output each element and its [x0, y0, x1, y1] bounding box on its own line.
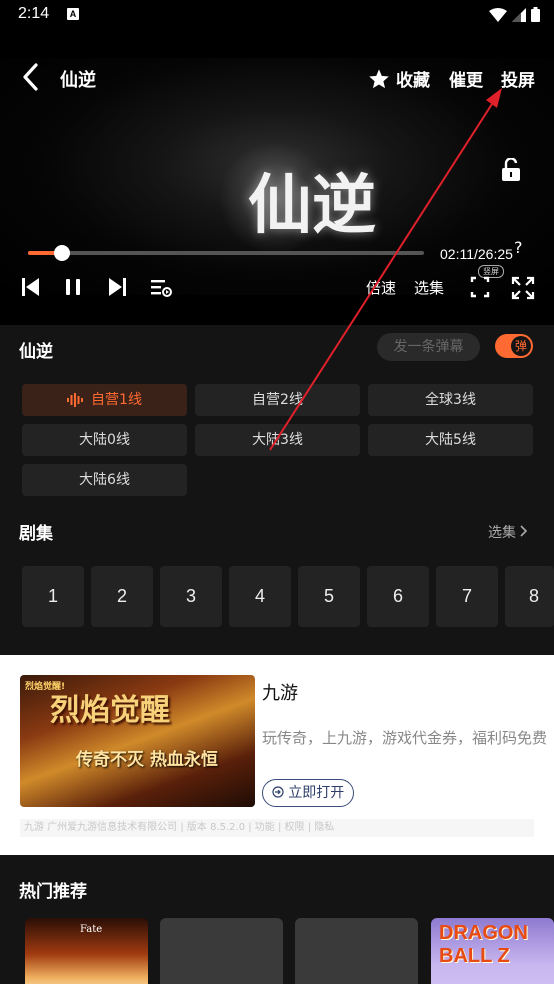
- timecode: 02:11/26:25: [440, 246, 513, 262]
- speed-button[interactable]: 倍速: [366, 277, 396, 298]
- help-mark: ?: [514, 238, 523, 257]
- battery-icon: [531, 7, 540, 22]
- hot-item-4[interactable]: DRAGON BALL Z: [431, 918, 554, 984]
- line-button-2[interactable]: 自营2线: [195, 384, 360, 416]
- open-arrow-icon: [272, 786, 284, 798]
- progress-bar[interactable]: [28, 245, 424, 261]
- episode-7[interactable]: 7: [436, 566, 498, 627]
- chevron-right-icon: [520, 525, 528, 537]
- pause-icon[interactable]: [64, 276, 82, 298]
- ad-open-button[interactable]: 立即打开: [262, 779, 354, 807]
- ad-app-name: 九游: [262, 683, 298, 704]
- favorite-label: 收藏: [396, 71, 430, 91]
- player-top-bar: 仙逆 收藏 催更 投屏: [0, 32, 554, 92]
- urge-update-button[interactable]: 催更: [449, 66, 483, 91]
- audio-wave-icon: [67, 393, 84, 407]
- hot-recommendations: 热门推荐 Fate DRAGON BALL Z: [0, 855, 554, 984]
- detail-section: 仙逆 发一条弹幕 弹 自营1线 自营2线 全球3线 大陆0线 大陆3线 大陆5线…: [0, 325, 554, 655]
- select-episodes-label: 选集: [488, 525, 516, 541]
- ad-banner[interactable]: 烈焰觉醒! 烈焰觉醒 传奇不灭 热血永恒 九游 玩传奇，上九游，游戏代金券，福利…: [0, 655, 554, 855]
- status-time: 2:14: [18, 5, 50, 22]
- episode-1[interactable]: 1: [22, 566, 84, 627]
- episodes-heading: 剧集: [19, 524, 53, 544]
- previous-icon[interactable]: [22, 276, 40, 298]
- wifi-icon: [489, 7, 507, 22]
- ad-image-headline: 烈焰觉醒: [50, 693, 170, 728]
- episode-3[interactable]: 3: [160, 566, 222, 627]
- fullscreen-icon[interactable]: [511, 276, 535, 300]
- line-label: 自营1线: [91, 392, 142, 408]
- danmaku-toggle-label: 弹: [511, 336, 531, 356]
- show-title: 仙逆: [19, 342, 53, 362]
- line-button-4[interactable]: 大陆0线: [22, 424, 187, 456]
- hot-item-1[interactable]: Fate: [25, 918, 148, 984]
- fate-logo: Fate: [80, 924, 103, 935]
- dragon-ball-logo: DRAGON BALL Z: [439, 922, 528, 967]
- signal-icon: [512, 7, 526, 22]
- select-episodes-link[interactable]: 选集: [488, 522, 528, 542]
- video-watermark: 仙逆: [248, 168, 376, 243]
- ad-description: 玩传奇，上九游，游戏代金券，福利码免费: [262, 729, 548, 747]
- back-arrow-icon[interactable]: [20, 62, 42, 92]
- danmaku-toggle[interactable]: 弹: [495, 334, 533, 358]
- favorite-button[interactable]: 收藏: [368, 66, 430, 91]
- status-bar: 2:14 A: [0, 0, 554, 32]
- line-button-5[interactable]: 大陆3线: [195, 424, 360, 456]
- hot-heading: 热门推荐: [19, 882, 87, 902]
- line-button-6[interactable]: 大陆5线: [368, 424, 533, 456]
- episode-2[interactable]: 2: [91, 566, 153, 627]
- episodes-button[interactable]: 选集: [414, 277, 444, 298]
- episode-8[interactable]: 8: [505, 566, 554, 627]
- progress-handle[interactable]: [53, 245, 70, 261]
- ad-image-subtitle: 传奇不灭 热血永恒: [76, 750, 218, 770]
- cast-button[interactable]: 投屏: [501, 66, 535, 91]
- player-title: 仙逆: [60, 70, 96, 91]
- episode-4[interactable]: 4: [229, 566, 291, 627]
- notification-a-icon: A: [67, 8, 79, 20]
- ad-footer: 九游 广州爱九游信息技术有限公司 | 版本 8.5.2.0 | 功能 | 权限 …: [20, 819, 534, 837]
- line-button-3[interactable]: 全球3线: [368, 384, 533, 416]
- hot-item-2[interactable]: [160, 918, 283, 984]
- line-button-1[interactable]: 自营1线: [22, 384, 187, 416]
- ad-image[interactable]: 烈焰觉醒! 烈焰觉醒 传奇不灭 热血永恒: [20, 675, 255, 807]
- ad-open-label: 立即打开: [288, 785, 345, 801]
- episode-5[interactable]: 5: [298, 566, 360, 627]
- status-icons: [489, 7, 540, 22]
- portrait-mode-icon[interactable]: [470, 276, 490, 298]
- playlist-icon[interactable]: [150, 276, 172, 298]
- star-icon: [369, 68, 389, 88]
- line-button-7[interactable]: 大陆6线: [22, 464, 187, 496]
- unlock-icon[interactable]: [500, 158, 522, 182]
- next-icon[interactable]: [108, 276, 126, 298]
- episode-6[interactable]: 6: [367, 566, 429, 627]
- danmaku-input[interactable]: 发一条弹幕: [377, 333, 480, 361]
- hot-item-3[interactable]: [295, 918, 418, 984]
